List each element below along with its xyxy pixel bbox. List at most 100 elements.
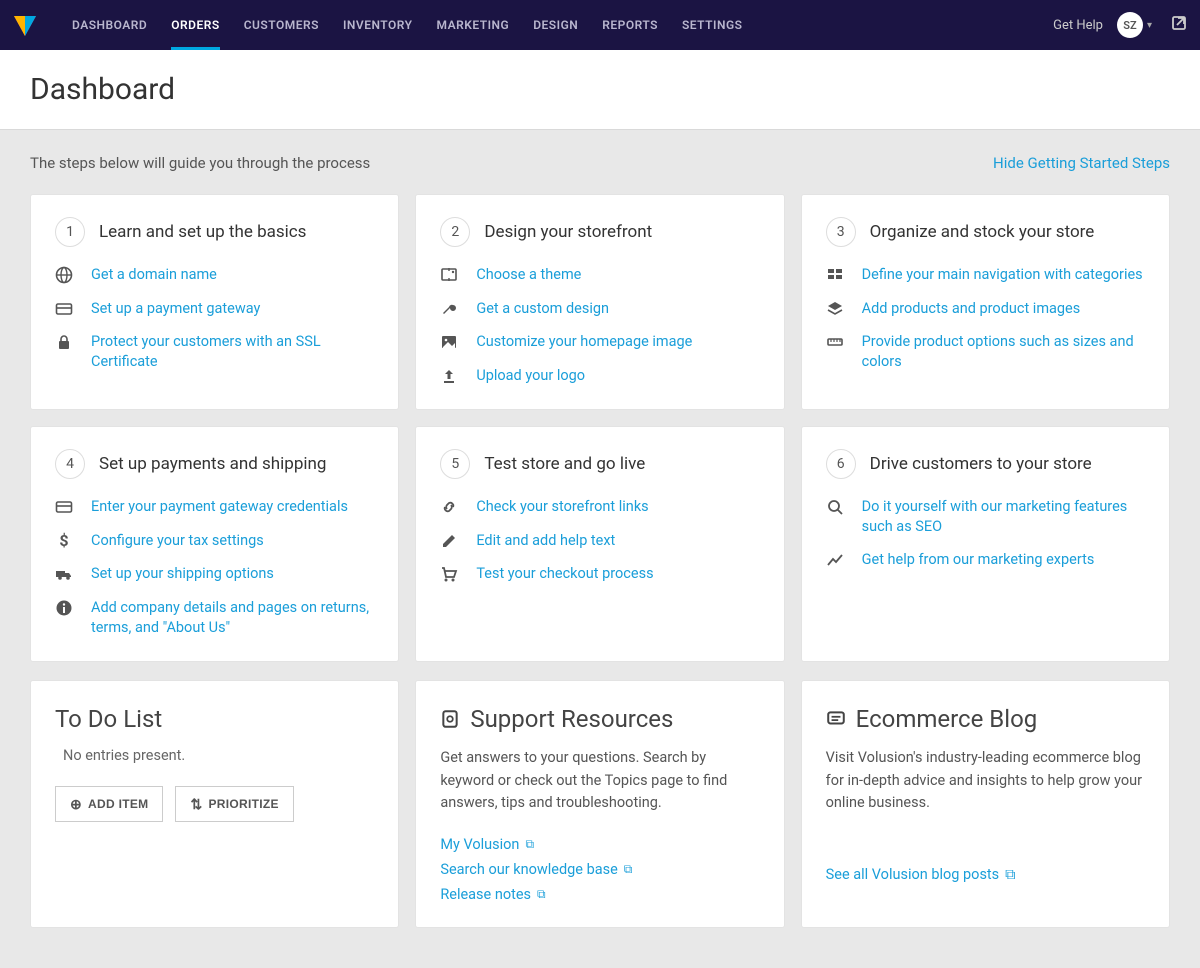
top-nav: DASHBOARD ORDERS CUSTOMERS INVENTORY MAR… bbox=[0, 0, 1200, 50]
image-icon bbox=[440, 332, 458, 351]
step-link[interactable]: Test your checkout process bbox=[476, 564, 653, 584]
user-menu[interactable]: SZ ▾ bbox=[1117, 12, 1152, 38]
step-link-row: Get a custom design bbox=[440, 299, 759, 319]
support-link-label: My Volusion bbox=[440, 836, 519, 853]
support-panel: Support Resources Get answers to your qu… bbox=[415, 680, 784, 928]
step-link[interactable]: Configure your tax settings bbox=[91, 531, 264, 551]
step-link-row: Edit and add help text bbox=[440, 531, 759, 551]
brand-logo[interactable] bbox=[12, 12, 38, 38]
globe-icon bbox=[55, 265, 73, 284]
step-title: Set up payments and shipping bbox=[99, 454, 326, 474]
nav-settings[interactable]: SETTINGS bbox=[670, 0, 755, 50]
step-link[interactable]: Set up a payment gateway bbox=[91, 299, 260, 319]
step-link[interactable]: Provide product options such as sizes an… bbox=[862, 332, 1145, 371]
step-link-row: Enter your payment gateway credentials bbox=[55, 497, 374, 517]
step-title: Drive customers to your store bbox=[870, 454, 1092, 474]
step-link-row: Get a domain name bbox=[55, 265, 374, 285]
blog-link-label: See all Volusion blog posts bbox=[826, 866, 1000, 883]
layers-icon bbox=[826, 299, 844, 318]
nav-reports[interactable]: REPORTS bbox=[590, 0, 670, 50]
hide-getting-started-link[interactable]: Hide Getting Started Steps bbox=[993, 154, 1170, 172]
step-header: 1Learn and set up the basics bbox=[55, 217, 374, 247]
info-icon bbox=[55, 598, 73, 617]
blog-all-posts-link[interactable]: See all Volusion blog posts⧉ bbox=[826, 866, 1016, 883]
step-link-row: Define your main navigation with categor… bbox=[826, 265, 1145, 285]
step-title: Organize and stock your store bbox=[870, 222, 1095, 242]
blog-title-text: Ecommerce Blog bbox=[856, 705, 1038, 733]
support-links: My Volusion⧉ Search our knowledge base⧉ … bbox=[440, 836, 759, 903]
step-link[interactable]: Get a custom design bbox=[476, 299, 609, 319]
todo-title: To Do List bbox=[55, 705, 374, 733]
add-item-button[interactable]: ⊕ ADD ITEM bbox=[55, 786, 163, 822]
add-item-label: ADD ITEM bbox=[88, 797, 148, 811]
intro-text: The steps below will guide you through t… bbox=[30, 154, 370, 172]
credit-card-icon bbox=[55, 299, 73, 318]
ruler-icon bbox=[826, 332, 844, 351]
search-icon bbox=[826, 497, 844, 516]
step-links: Define your main navigation with categor… bbox=[826, 265, 1145, 371]
nav-marketing[interactable]: MARKETING bbox=[424, 0, 521, 50]
nav-items: DASHBOARD ORDERS CUSTOMERS INVENTORY MAR… bbox=[60, 0, 754, 50]
step-link[interactable]: Get a domain name bbox=[91, 265, 217, 285]
credit-card-icon bbox=[55, 497, 73, 516]
link-icon bbox=[440, 497, 458, 516]
content: The steps below will guide you through t… bbox=[0, 130, 1200, 968]
step-link-row: Do it yourself with our marketing featur… bbox=[826, 497, 1145, 536]
get-help-link[interactable]: Get Help bbox=[1053, 18, 1103, 33]
step-link[interactable]: Check your storefront links bbox=[476, 497, 648, 517]
step-link[interactable]: Choose a theme bbox=[476, 265, 581, 285]
dollar-icon bbox=[55, 531, 73, 550]
nav-right: Get Help SZ ▾ bbox=[1053, 12, 1188, 38]
step-link[interactable]: Do it yourself with our marketing featur… bbox=[862, 497, 1145, 536]
step-link-row: Configure your tax settings bbox=[55, 531, 374, 551]
external-link-icon: ⧉ bbox=[525, 837, 534, 852]
step-links: Enter your payment gateway credentials Co… bbox=[55, 497, 374, 637]
step-link[interactable]: Define your main navigation with categor… bbox=[862, 265, 1143, 285]
step-number: 6 bbox=[826, 449, 856, 479]
nav-customers[interactable]: CUSTOMERS bbox=[232, 0, 331, 50]
support-link-label: Release notes bbox=[440, 886, 531, 903]
step-link[interactable]: Enter your payment gateway credentials bbox=[91, 497, 348, 517]
step-title: Test store and go live bbox=[484, 454, 645, 474]
page-title: Dashboard bbox=[30, 72, 1170, 107]
step-link-row: Choose a theme bbox=[440, 265, 759, 285]
blog-desc: Visit Volusion's industry-leading ecomme… bbox=[826, 747, 1145, 814]
step-link[interactable]: Set up your shipping options bbox=[91, 564, 274, 584]
step-link[interactable]: Add company details and pages on returns… bbox=[91, 598, 374, 637]
support-link-my-volusion[interactable]: My Volusion ⧉ bbox=[440, 836, 759, 853]
truck-icon bbox=[55, 564, 73, 583]
step-card-2: 2Design your storefront Choose a theme Get… bbox=[415, 194, 784, 410]
step-link[interactable]: Get help from our marketing experts bbox=[862, 550, 1095, 570]
step-card-6: 6 Drive customers to your store Do it your… bbox=[801, 426, 1170, 662]
pencil-icon bbox=[440, 531, 458, 550]
nav-inventory[interactable]: INVENTORY bbox=[331, 0, 425, 50]
step-link-row: Set up a payment gateway bbox=[55, 299, 374, 319]
step-link[interactable]: Edit and add help text bbox=[476, 531, 615, 551]
prioritize-button[interactable]: ⇅ PRIORITIZE bbox=[175, 786, 293, 822]
step-number: 2 bbox=[440, 217, 470, 247]
nav-orders[interactable]: ORDERS bbox=[159, 0, 231, 50]
step-link-row: Add company details and pages on returns… bbox=[55, 598, 374, 637]
nav-design[interactable]: DESIGN bbox=[521, 0, 590, 50]
step-number: 5 bbox=[440, 449, 470, 479]
step-link[interactable]: Add products and product images bbox=[862, 299, 1081, 319]
support-link-knowledge-base[interactable]: Search our knowledge base⧉ bbox=[440, 861, 759, 878]
trend-icon bbox=[826, 550, 844, 569]
support-title-text: Support Resources bbox=[470, 705, 673, 733]
support-link-release-notes[interactable]: Release notes⧉ bbox=[440, 886, 759, 903]
step-link-row: Get help from our marketing experts bbox=[826, 550, 1145, 570]
chat-icon bbox=[826, 709, 846, 729]
step-link[interactable]: Customize your homepage image bbox=[476, 332, 692, 352]
bottom-row: To Do List No entries present. ⊕ ADD ITE… bbox=[30, 680, 1170, 928]
step-link[interactable]: Protect your customers with an SSL Certi… bbox=[91, 332, 374, 371]
step-link-row: Check your storefront links bbox=[440, 497, 759, 517]
todo-button-row: ⊕ ADD ITEM ⇅ PRIORITIZE bbox=[55, 786, 374, 822]
step-link[interactable]: Upload your logo bbox=[476, 366, 585, 386]
step-header: 2Design your storefront bbox=[440, 217, 759, 247]
intro-row: The steps below will guide you through t… bbox=[30, 154, 1170, 172]
prioritize-label: PRIORITIZE bbox=[208, 797, 278, 811]
open-external-icon[interactable] bbox=[1170, 14, 1188, 37]
nav-dashboard[interactable]: DASHBOARD bbox=[60, 0, 159, 50]
document-search-icon bbox=[440, 709, 460, 729]
sort-icon: ⇅ bbox=[190, 797, 202, 811]
